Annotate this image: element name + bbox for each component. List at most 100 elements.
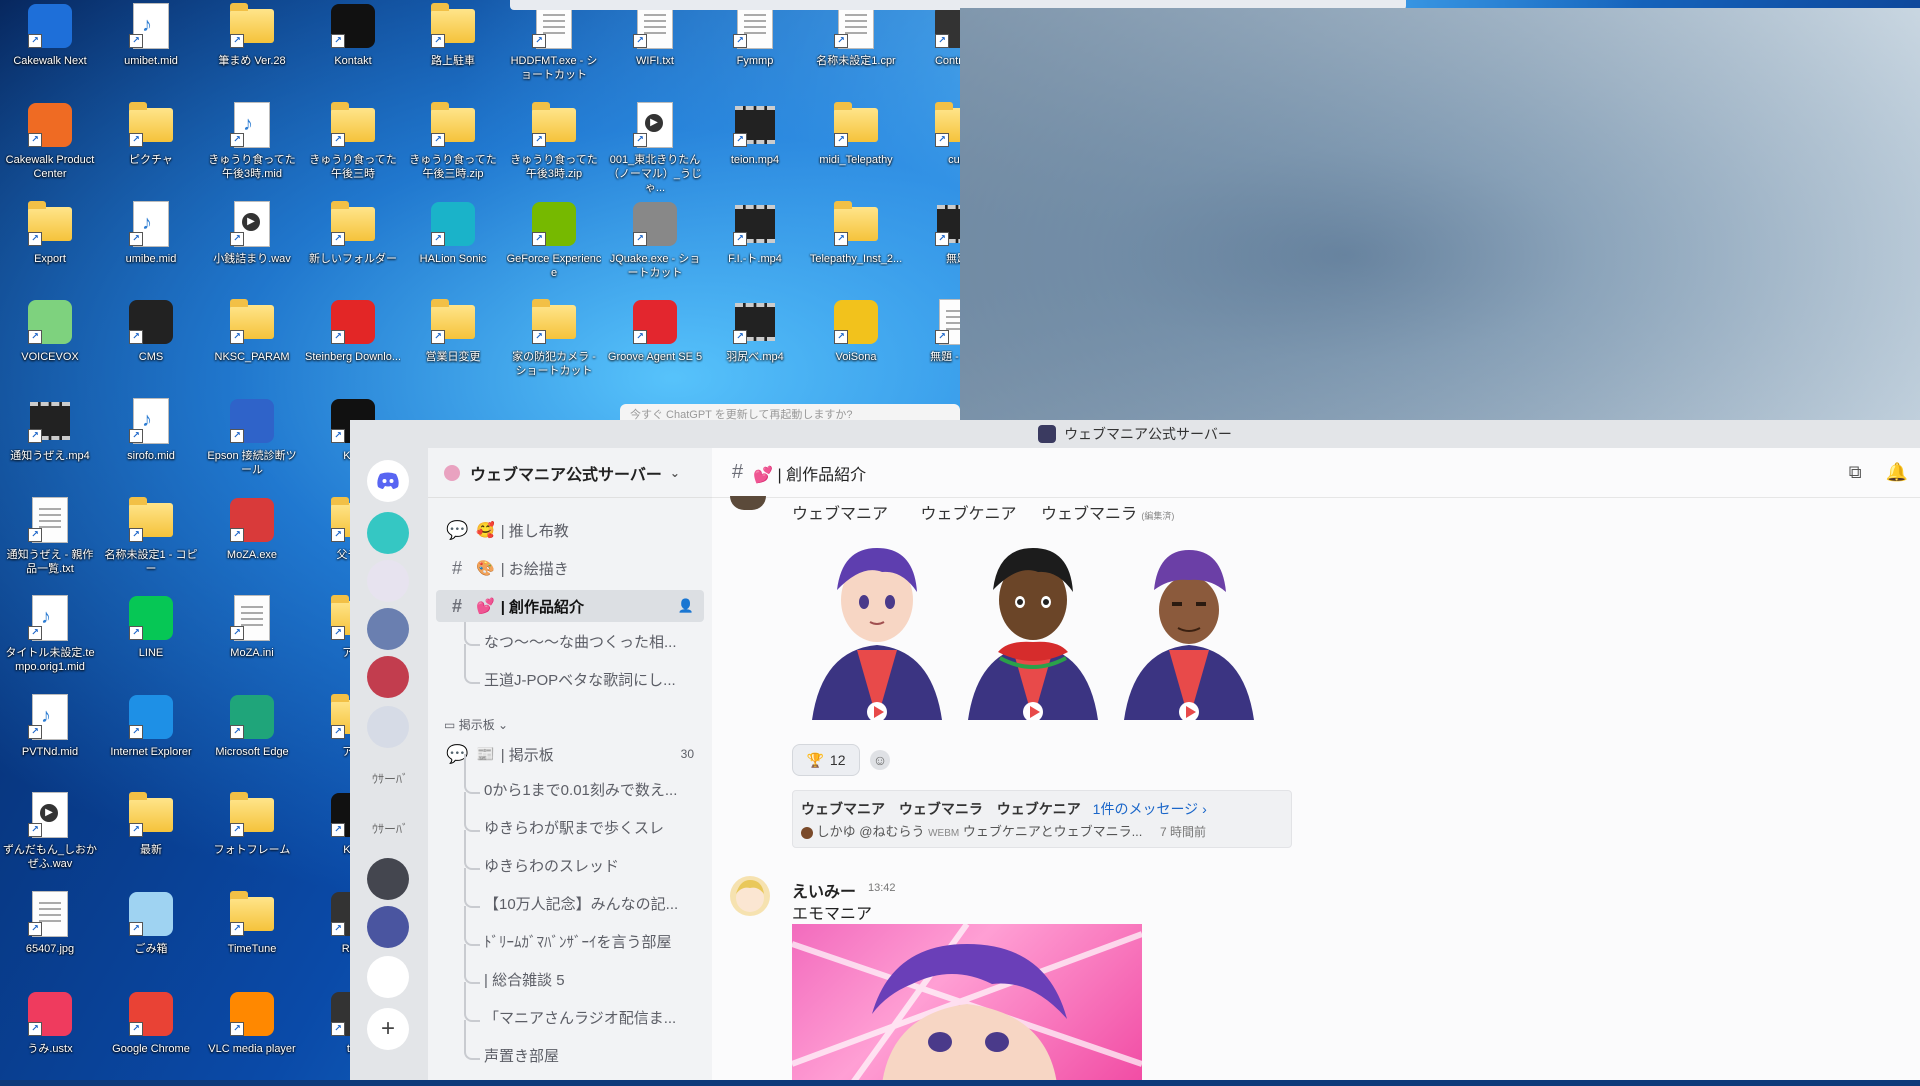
server-header[interactable]: ウェブマニア公式サーバー ⌄ [428, 448, 712, 498]
thread-item[interactable]: 「マニアさんラジオ配信ま... [484, 1004, 708, 1034]
desktop-icon[interactable]: ↗ NKSC_PARAM [204, 298, 300, 394]
channel-item-active[interactable]: # 💕 | 創作品紹介 👤 [436, 590, 704, 622]
threads-icon[interactable]: ⧉ [1849, 462, 1862, 483]
desktop-icon[interactable]: ↗ ごみ箱 [103, 890, 199, 986]
desktop-icon[interactable]: ↗ ピクチャ [103, 101, 199, 197]
desktop-icon[interactable]: ↗ midi_Telepathy [808, 101, 904, 197]
guild-label[interactable]: ｳｻーﾊﾞ [358, 770, 422, 787]
desktop-icon[interactable]: ↗ WIFI.txt [607, 2, 703, 98]
thread-item[interactable]: ゆきらわのスレッド [484, 852, 708, 882]
desktop-icon[interactable]: ↗ CMS [103, 298, 199, 394]
desktop-icon[interactable]: ↗ VLC media player [204, 990, 300, 1086]
desktop-icon[interactable]: ↗ PVTNd.mid [2, 693, 98, 789]
thread-item[interactable]: | 総合雑談 5 [484, 966, 708, 996]
desktop-icon[interactable]: ↗ Microsoft Edge [204, 693, 300, 789]
desktop-icon[interactable]: ↗ 家の防犯カメラ - ショートカット [506, 298, 602, 394]
thread-item[interactable]: 0から1まで0.01刻みで数え... [484, 776, 708, 806]
thread-item[interactable]: 【10万人記念】みんなの記... [484, 890, 708, 920]
guild-avatar[interactable] [367, 956, 409, 998]
sticker-webkenia[interactable] [958, 530, 1108, 722]
image-attachment[interactable] [792, 924, 1142, 1080]
desktop-icon[interactable]: ↗ Steinberg Downlo... [305, 298, 401, 394]
desktop-icon[interactable]: ↗ 001_東北きりたん（ノーマル）_うじゃ... [607, 101, 703, 197]
add-reaction-icon[interactable]: ☺ [870, 750, 890, 770]
thread-item[interactable]: ﾄﾞﾘｰﾑｶﾞﾏﾊﾞﾝｻﾞｰｲを言う部屋 [484, 928, 708, 958]
desktop-icon[interactable]: ↗ 名称未設定1.cpr [808, 2, 904, 98]
desktop-icon[interactable]: ↗ Cakewalk Next [2, 2, 98, 98]
desktop-icon[interactable]: ↗ JQuake.exe - ショートカット [607, 200, 703, 296]
member-icon[interactable]: 👤 [678, 598, 694, 614]
guild-avatar[interactable] [367, 560, 409, 602]
desktop-icon[interactable]: ↗ MoZA.ini [204, 594, 300, 690]
desktop-icon[interactable]: ↗ teion.mp4 [707, 101, 803, 197]
thread-item[interactable]: なつ～～～な曲つくった相... [484, 628, 708, 658]
thread-card[interactable]: ウェブマニア ウェブマニラ ウェブケニア 1件のメッセージ › しかゆ @ねむら… [792, 790, 1292, 848]
discord-home-icon[interactable] [367, 460, 409, 502]
guild-avatar[interactable] [367, 656, 409, 698]
desktop-icon[interactable]: ↗ sirofo.mid [103, 397, 199, 493]
desktop-icon[interactable]: ↗ Epson 接続診断ツール [204, 397, 300, 493]
desktop-icon[interactable]: ↗ 通知うぜえ - 親作品一覧.txt [2, 496, 98, 592]
desktop-icon[interactable]: ↗ GeForce Experience [506, 200, 602, 296]
sticker-webmania[interactable] [802, 530, 952, 722]
desktop-icon[interactable]: ↗ MoZA.exe [204, 496, 300, 592]
desktop-icon[interactable]: ↗ きゅうり食ってた午後3時.zip [506, 101, 602, 197]
desktop-icon[interactable]: ↗ umibet.mid [103, 2, 199, 98]
desktop-icon[interactable]: ↗ Google Chrome [103, 990, 199, 1086]
thread-item[interactable]: 王道J-POPベタな歌詞にし... [484, 666, 708, 696]
shortcut-arrow-icon: ↗ [129, 823, 143, 837]
desktop-icon[interactable]: ↗ Telepathy_Inst_2... [808, 200, 904, 296]
desktop-icon[interactable]: ↗ Fymmp [707, 2, 803, 98]
channel-item[interactable]: # 🎨 | お絵描き [436, 552, 704, 584]
channel-item[interactable]: 💬 🥰 | 推し布教 [436, 514, 704, 546]
category-header[interactable]: ▭ 掲示板 ⌄ [444, 716, 508, 733]
desktop-icon[interactable]: ↗ 65407.jpg [2, 890, 98, 986]
guild-avatar[interactable] [367, 858, 409, 900]
desktop-icon[interactable]: ↗ VoiSona [808, 298, 904, 394]
desktop-icon[interactable]: ↗ 新しいフォルダー [305, 200, 401, 296]
desktop-icon[interactable]: ↗ 最新 [103, 791, 199, 887]
desktop-icon[interactable]: ↗ きゅうり食ってた午後三時.zip [405, 101, 501, 197]
desktop-icon[interactable]: ↗ 名称未設定1 - コピー [103, 496, 199, 592]
guild-avatar[interactable] [367, 706, 409, 748]
guild-avatar[interactable] [367, 512, 409, 554]
desktop-icon[interactable]: ↗ Export [2, 200, 98, 296]
desktop-icon[interactable]: ↗ タイトル未設定.tempo.orig1.mid [2, 594, 98, 690]
message-author[interactable]: えいみー [792, 878, 856, 902]
desktop-icon[interactable]: ↗ Groove Agent SE 5 [607, 298, 703, 394]
desktop-icon[interactable]: ↗ 小銭詰まり.wav [204, 200, 300, 296]
avatar[interactable] [730, 496, 766, 510]
desktop-icon[interactable]: ↗ 通知うぜえ.mp4 [2, 397, 98, 493]
desktop-icon[interactable]: ↗ LINE [103, 594, 199, 690]
guild-avatar[interactable] [367, 906, 409, 948]
desktop-icon[interactable]: ↗ フォトフレーム [204, 791, 300, 887]
sticker-webmanila[interactable] [1114, 530, 1264, 722]
desktop-icon[interactable]: ↗ 羽尻べ.mp4 [707, 298, 803, 394]
bell-icon[interactable]: 🔔 [1886, 462, 1908, 483]
desktop-icon[interactable]: ↗ Cakewalk Product Center [2, 101, 98, 197]
guild-avatar[interactable] [367, 608, 409, 650]
desktop-icon[interactable]: ↗ ずんだもん_しおかぜふ.wav [2, 791, 98, 887]
desktop-icon[interactable]: ↗ VOICEVOX [2, 298, 98, 394]
desktop-icon[interactable]: ↗ Internet Explorer [103, 693, 199, 789]
desktop-icon[interactable]: ↗ umibe.mid [103, 200, 199, 296]
desktop-icon[interactable]: ↗ きゅうり食ってた午後三時 [305, 101, 401, 197]
reaction-button[interactable]: 🏆 12 [792, 744, 860, 776]
category-label: 掲示板 [458, 718, 495, 732]
desktop-icon[interactable]: ↗ 営業日変更 [405, 298, 501, 394]
desktop-icon[interactable]: ↗ 筆まめ Ver.28 [204, 2, 300, 98]
guild-label[interactable]: ｳｻーﾊﾞ [358, 820, 422, 837]
thread-item[interactable]: 声置き部屋 [484, 1042, 708, 1072]
desktop-icon[interactable]: ↗ うみ.ustx [2, 990, 98, 1086]
desktop-icon[interactable]: ↗ F.I.-ト.mp4 [707, 200, 803, 296]
desktop-icon[interactable]: ↗ HALion Sonic [405, 200, 501, 296]
thread-item[interactable]: ゆきらわが駅まで歩くスレ [484, 814, 708, 844]
add-server-icon[interactable]: + [367, 1008, 409, 1050]
desktop-icon[interactable]: ↗ Kontakt [305, 2, 401, 98]
desktop-icon[interactable]: ↗ 路上駐車 [405, 2, 501, 98]
avatar[interactable] [730, 876, 770, 916]
desktop-icon[interactable]: ↗ HDDFMT.exe - ショートカット [506, 2, 602, 98]
thread-message-link[interactable]: 1件のメッセージ › [1093, 801, 1207, 817]
desktop-icon[interactable]: ↗ TimeTune [204, 890, 300, 986]
desktop-icon[interactable]: ↗ きゅうり食ってた午後3時.mid [204, 101, 300, 197]
